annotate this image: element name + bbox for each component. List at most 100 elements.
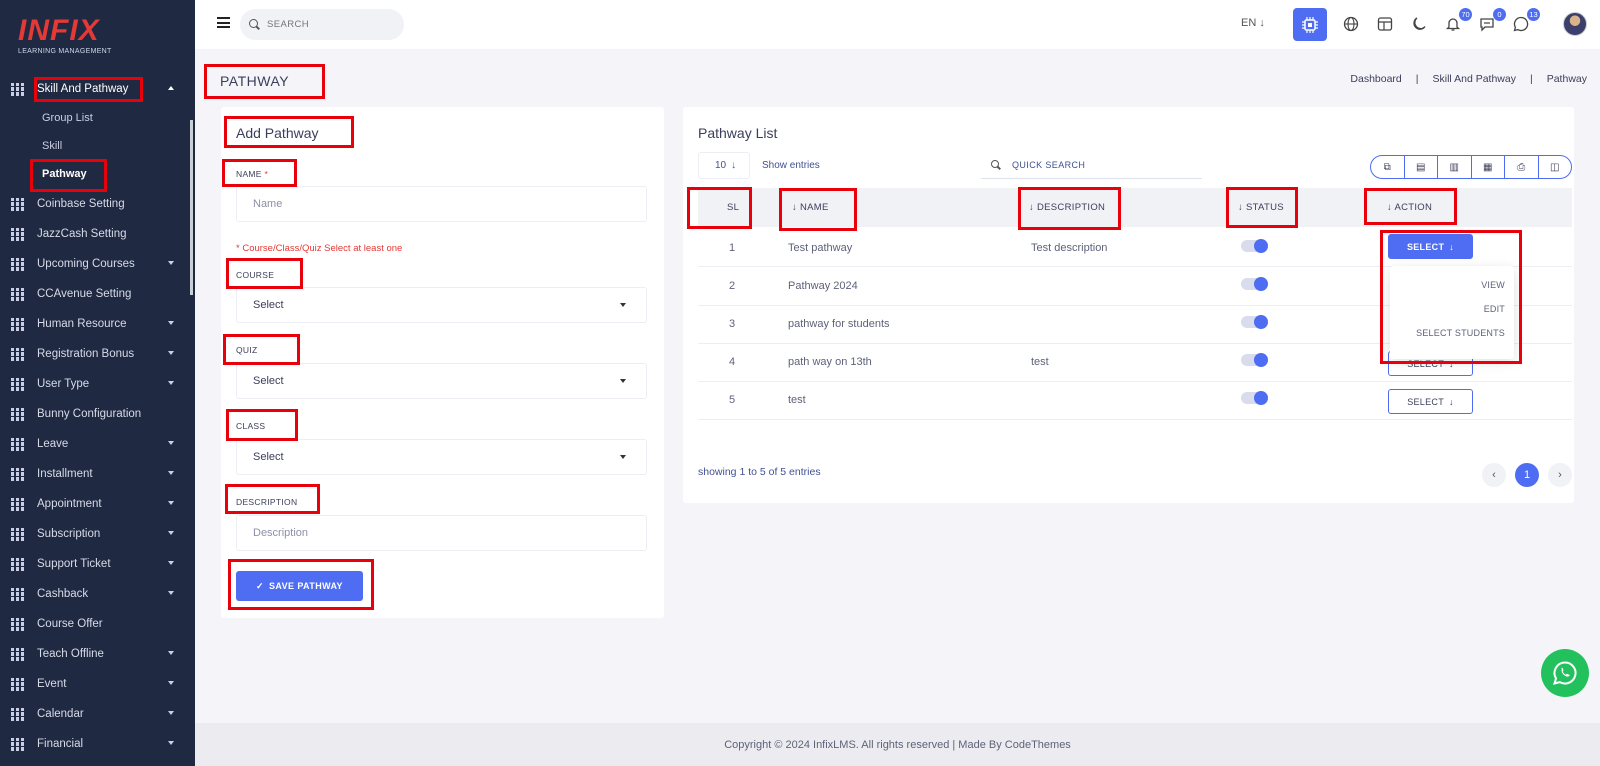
bell-icon[interactable]: 70 bbox=[1443, 8, 1472, 34]
quick-search[interactable]: QUICK SEARCH bbox=[981, 151, 1202, 179]
chevron-down-icon bbox=[168, 681, 174, 685]
quiz-select[interactable]: Select bbox=[236, 363, 647, 399]
column-name[interactable]: ↓ NAME bbox=[792, 202, 829, 213]
menu-item-edit[interactable]: EDIT bbox=[1484, 304, 1505, 314]
sidebar-item-user-type[interactable]: User Type bbox=[0, 370, 190, 398]
print-icon[interactable]: ⎙ bbox=[1504, 156, 1538, 178]
entries-select[interactable]: 10 ↓ bbox=[698, 152, 750, 179]
sidebar-item-teach-offline[interactable]: Teach Offline bbox=[0, 640, 190, 668]
menu-toggle-icon[interactable] bbox=[217, 17, 230, 28]
grid-icon bbox=[11, 647, 24, 661]
whatsapp-small-icon[interactable]: 13 bbox=[1511, 8, 1540, 34]
action-select-button[interactable]: SELECT ↓ bbox=[1388, 389, 1473, 414]
status-toggle[interactable] bbox=[1241, 353, 1268, 367]
description-placeholder: Description bbox=[253, 527, 309, 539]
sidebar-item-calendar[interactable]: Calendar bbox=[0, 700, 190, 728]
form-title: Add Pathway bbox=[236, 125, 319, 141]
chevron-down-icon bbox=[168, 321, 174, 325]
sidebar-item-appointment[interactable]: Appointment bbox=[0, 490, 190, 518]
grid-icon bbox=[11, 617, 24, 631]
breadcrumb-separator: | bbox=[1415, 73, 1419, 85]
next-page-icon[interactable]: › bbox=[1548, 463, 1572, 487]
quiz-select-value: Select bbox=[253, 375, 284, 387]
sidebar-item-subscription[interactable]: Subscription bbox=[0, 520, 190, 548]
sidebar-item-label: Financial bbox=[37, 738, 84, 750]
status-toggle[interactable] bbox=[1241, 391, 1268, 405]
action-dropdown-menu: VIEW EDIT SELECT STUDENTS bbox=[1390, 266, 1514, 359]
course-select[interactable]: Select bbox=[236, 287, 647, 323]
sidebar-subitem-pathway[interactable]: Pathway bbox=[42, 168, 87, 180]
sidebar-item-installment[interactable]: Installment bbox=[0, 460, 190, 488]
name-field[interactable]: Name bbox=[236, 186, 647, 222]
columns-icon[interactable]: ◫ bbox=[1537, 156, 1572, 178]
sidebar-item-label: Skill And Pathway bbox=[37, 83, 129, 95]
column-sl[interactable]: SL bbox=[727, 202, 739, 213]
chat-icon[interactable]: 0 bbox=[1477, 8, 1506, 34]
row-description: test bbox=[1031, 356, 1049, 368]
sidebar-item-bunny-configuration[interactable]: Bunny Configuration bbox=[0, 400, 190, 428]
menu-item-select-students[interactable]: SELECT STUDENTS bbox=[1416, 328, 1505, 338]
sidebar-item-support-ticket[interactable]: Support Ticket bbox=[0, 550, 190, 578]
whatsapp-icon[interactable] bbox=[1541, 649, 1589, 697]
language-selector[interactable]: EN ↓ bbox=[1241, 17, 1265, 29]
status-toggle[interactable] bbox=[1241, 239, 1268, 253]
search-icon bbox=[249, 19, 260, 30]
menu-item-view[interactable]: VIEW bbox=[1481, 280, 1505, 290]
row-name: test bbox=[788, 394, 806, 406]
class-label: CLASS bbox=[236, 421, 266, 431]
sidebar-item-ccavenue-setting[interactable]: CCAvenue Setting bbox=[0, 280, 190, 308]
sidebar-item-skill-and-pathway[interactable]: Skill And Pathway bbox=[0, 75, 190, 103]
name-label: NAME * bbox=[236, 169, 268, 179]
action-select-button[interactable]: SELECT ↓ bbox=[1388, 234, 1473, 259]
global-search[interactable] bbox=[240, 9, 404, 40]
column-status[interactable]: ↓ STATUS bbox=[1238, 202, 1284, 213]
sidebar-item-upcoming-courses[interactable]: Upcoming Courses bbox=[0, 250, 190, 278]
column-name-label: NAME bbox=[800, 202, 829, 213]
sidebar-item-course-offer[interactable]: Course Offer bbox=[0, 610, 190, 638]
excel-icon[interactable]: ▤ bbox=[1403, 156, 1438, 178]
course-label: COURSE bbox=[236, 270, 275, 280]
sidebar-item-jazzcash-setting[interactable]: JazzCash Setting bbox=[0, 220, 190, 248]
sidebar-scrollbar[interactable] bbox=[190, 120, 193, 295]
pdf-icon[interactable]: ▦ bbox=[1470, 156, 1505, 178]
breadcrumb-dashboard[interactable]: Dashboard bbox=[1350, 73, 1401, 85]
sidebar-item-human-resource[interactable]: Human Resource bbox=[0, 310, 190, 338]
sort-icon: ↓ bbox=[1029, 202, 1037, 213]
csv-icon[interactable]: ▥ bbox=[1437, 156, 1471, 178]
copy-icon[interactable]: ⧉ bbox=[1371, 156, 1404, 178]
sidebar-subitem-skill[interactable]: Skill bbox=[42, 140, 62, 152]
status-toggle[interactable] bbox=[1241, 277, 1268, 291]
sidebar-item-registration-bonus[interactable]: Registration Bonus bbox=[0, 340, 190, 368]
layout-icon[interactable] bbox=[1375, 14, 1395, 34]
whatsapp-badge: 13 bbox=[1527, 8, 1540, 21]
save-pathway-button[interactable]: ✓ SAVE PATHWAY bbox=[236, 571, 363, 601]
sidebar-item-label: Installment bbox=[37, 468, 93, 480]
column-description[interactable]: ↓ DESCRIPTION bbox=[1029, 202, 1105, 213]
chevron-down-icon bbox=[168, 741, 174, 745]
search-input[interactable] bbox=[267, 19, 387, 30]
chevron-down-icon bbox=[168, 261, 174, 265]
sidebar-item-leave[interactable]: Leave bbox=[0, 430, 190, 458]
page-number[interactable]: 1 bbox=[1515, 463, 1539, 487]
sidebar-item-cashback[interactable]: Cashback bbox=[0, 580, 190, 608]
breadcrumb-skill-and-pathway[interactable]: Skill And Pathway bbox=[1433, 73, 1516, 85]
name-placeholder: Name bbox=[253, 198, 283, 210]
sidebar-item-event[interactable]: Event bbox=[0, 670, 190, 698]
avatar[interactable] bbox=[1563, 12, 1587, 36]
row-name: Pathway 2024 bbox=[788, 280, 858, 292]
moon-icon[interactable] bbox=[1409, 14, 1429, 34]
sidebar-item-coinbase-setting[interactable]: Coinbase Setting bbox=[0, 190, 190, 218]
column-action[interactable]: ↓ ACTION bbox=[1387, 202, 1432, 213]
globe-icon[interactable] bbox=[1341, 14, 1361, 34]
status-toggle[interactable] bbox=[1241, 315, 1268, 329]
sidebar-subitem-group-list[interactable]: Group List bbox=[42, 112, 93, 124]
prev-page-icon[interactable]: ‹ bbox=[1482, 463, 1506, 487]
quiz-label: QUIZ bbox=[236, 345, 258, 355]
sidebar-item-financial[interactable]: Financial bbox=[0, 730, 190, 758]
class-select[interactable]: Select bbox=[236, 439, 647, 475]
chevron-down-icon bbox=[168, 471, 174, 475]
description-field[interactable]: Description bbox=[236, 515, 647, 551]
cpu-icon[interactable] bbox=[1293, 8, 1327, 41]
table-header bbox=[698, 188, 1572, 227]
brand-logo[interactable]: INFIX LEARNING MANAGEMENT bbox=[18, 16, 118, 58]
